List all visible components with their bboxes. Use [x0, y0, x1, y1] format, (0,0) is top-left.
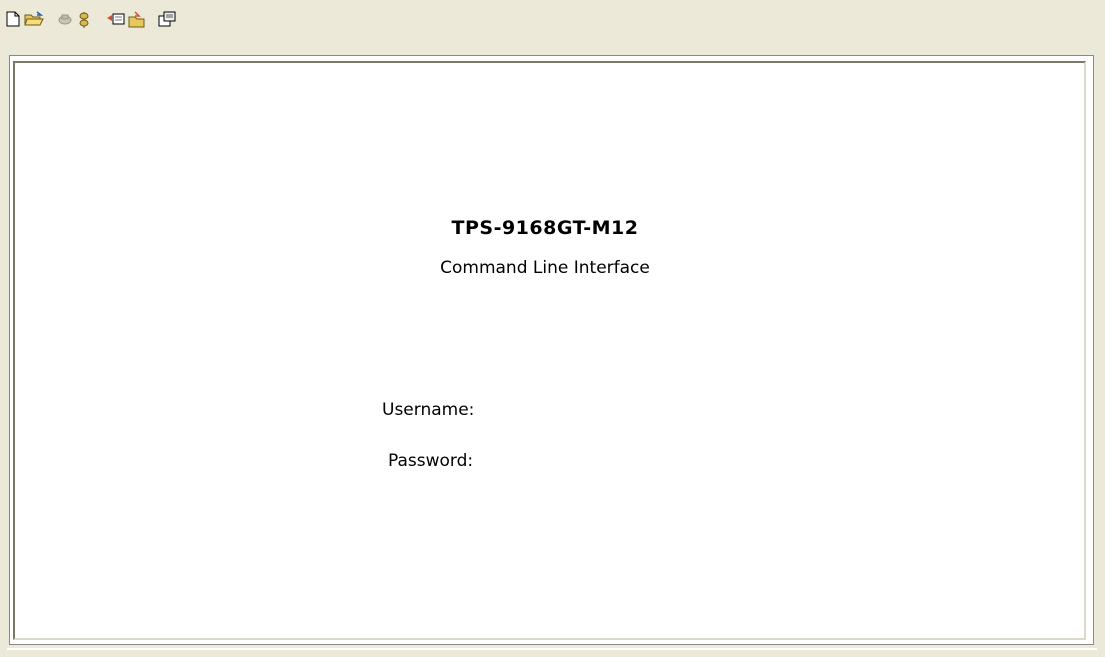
toolbar: [0, 0, 1105, 40]
connect-icon[interactable]: [57, 11, 77, 31]
username-label: Username:: [382, 400, 475, 420]
username-input[interactable]: [520, 399, 720, 419]
properties-icon[interactable]: [158, 11, 178, 31]
open-folder-icon[interactable]: [24, 11, 44, 31]
interface-subtitle: Command Line Interface: [440, 258, 650, 278]
device-title: TPS-9168GT-M12: [451, 217, 639, 239]
password-input[interactable]: [518, 450, 718, 470]
new-document-icon[interactable]: [6, 11, 26, 31]
frame-bottom-edge: [7, 648, 1097, 650]
receive-icon[interactable]: [127, 11, 147, 31]
disconnect-icon[interactable]: [78, 11, 98, 31]
password-label: Password:: [388, 451, 474, 471]
hyperterminal-window: TPS-9168GT-M12 Command Line Interface Us…: [0, 0, 1105, 657]
send-icon[interactable]: [106, 11, 126, 31]
terminal-screen[interactable]: [13, 61, 1086, 640]
